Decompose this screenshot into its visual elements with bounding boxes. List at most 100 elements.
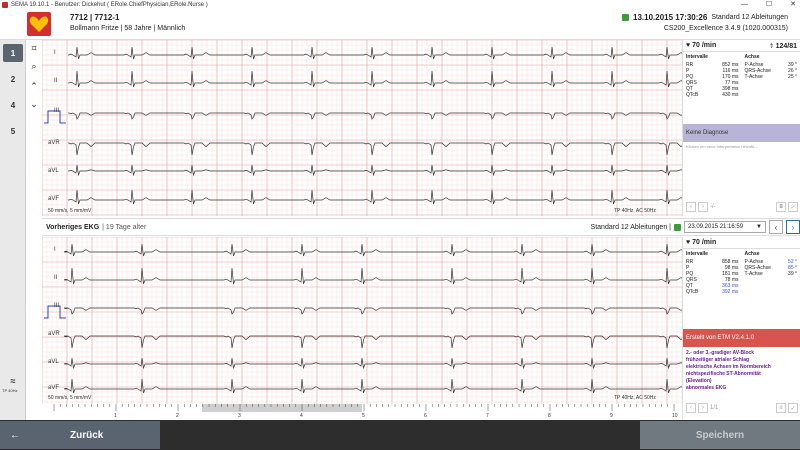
diagnosis-nav: ‹ › -/- ≡ ✓ [683, 200, 800, 214]
chevron-down-icon: ▼ [756, 224, 762, 230]
current-info-panel: ♥ 70 /min ⚕ 124/81 Intervalle RR 852 ms P 1… [682, 40, 800, 216]
next-diagnosis-button[interactable]: › [698, 403, 708, 413]
diagnosis-line: (Elevation) [686, 378, 712, 384]
ecg-speed: 50 mm/s, 5 mm/mV [48, 208, 92, 214]
check-icon[interactable]: ✓ [788, 403, 798, 413]
ecg-speed: 50 mm/s, 5 mm/mV [48, 395, 92, 401]
measurement-value: 25 ° [788, 74, 797, 80]
previous-info-panel: ♥ 70 /min Intervalle RR 858 ms P 98 ms PQ 181… [682, 237, 800, 420]
left-toolbar: 1 2 4 5 ≈ TP 40Hz [0, 40, 26, 420]
device-info: CS200_Excellence 3.4.9 (1020.000315) [663, 25, 788, 32]
recording-datetime: 13.10.2015 17:30:26 [633, 13, 708, 22]
current-ecg-grid[interactable] [42, 40, 682, 216]
header: 7712 | 7712-1 Bollmann Fritze | 58 Jahre… [0, 10, 800, 40]
previous-ecg-back-button[interactable]: ‹ [769, 220, 783, 234]
previous-date-select[interactable]: 23.09.2015 21:16:59 ▼ [684, 221, 766, 233]
previous-ecg-controls: Standard 12 Ableitungen | 23.09.2015 21:… [591, 219, 800, 235]
diagnosis-hint[interactable]: Klicken um neue Interpretation hinzufü..… [683, 142, 800, 151]
minimize-button[interactable]: — [741, 0, 748, 10]
zoom-icon[interactable]: ⌕ [29, 60, 39, 72]
time-ruler[interactable]: 1 2 3 4 5 6 7 8 9 10 [42, 404, 682, 418]
measurements-table: Intervalle RR 858 ms P 98 ms PQ 181 ms QRS 78 m… [683, 249, 800, 297]
axis-column: Achse P-Achse 52 ° QRS-Achse 85 ° T-Achse 39 … [745, 251, 798, 295]
crop-icon[interactable]: ⌗ [29, 42, 39, 54]
vitals-row: ♥ 70 /min ⚕ 124/81 [683, 40, 800, 52]
ruler-mark: 9 [610, 413, 613, 418]
bottom-bar: ← Zurück Speichern [0, 420, 800, 450]
current-ecg-panel[interactable]: I II III aVR aVL aVF 50 mm/s, 5 mm/mV TP… [42, 40, 682, 216]
diagnosis-text[interactable]: 2.- oder 3.-gradiger AV-Block frühzeitige… [683, 347, 800, 395]
layout-1-button[interactable]: 1 [3, 44, 23, 62]
previous-ecg-grid[interactable] [42, 237, 682, 404]
text-icon[interactable]: ≡ [776, 403, 786, 413]
measurement-label: QTcB [686, 92, 699, 98]
text-icon[interactable]: ≡ [776, 202, 786, 212]
previous-ecg-age: | 19 Tage alter [102, 223, 147, 231]
filter-badge: TP 40Hz [2, 388, 18, 393]
blood-pressure-value: 124/81 [775, 42, 797, 50]
next-diagnosis-button[interactable]: › [698, 202, 708, 212]
diagnosis-line: abnormales EKG [686, 385, 727, 391]
measurement-row: T-Achse 25 ° [745, 74, 798, 80]
chevron-down-icon[interactable]: ⌄ [29, 98, 39, 110]
heart-rate-value: 70 /min [692, 239, 717, 246]
measurement-label: QTcB [686, 289, 699, 295]
diagnosis-counter: -/- [710, 204, 716, 210]
previous-ecg-title: Vorheriges EKG [46, 223, 100, 231]
diagnosis-nav: ‹ › 1/1 ≡ ✓ [683, 401, 800, 415]
ruler-mark: 6 [424, 413, 427, 418]
diagnosis-line: nichtspezifische ST-Abnormität [686, 371, 761, 377]
heart-rate-value: 70 /min [692, 42, 717, 49]
chevron-up-icon[interactable]: ⌃ [29, 80, 39, 92]
measurement-value: 392 ms [722, 289, 739, 295]
title-bar: SEMA 19.10.1 - Benutzer: Dickehut ( ERol… [0, 0, 800, 10]
back-label: Zurück [70, 429, 104, 441]
window-title: SEMA 19.10.1 - Benutzer: Dickehut ( ERol… [11, 2, 208, 8]
heart-rate: ♥ 70 /min [686, 42, 717, 49]
lead-label: aVR [48, 140, 60, 146]
save-label: Speichern [695, 429, 745, 441]
diagnosis-counter: 1/1 [710, 405, 719, 411]
ruler-mark: 3 [238, 413, 241, 418]
intervals-column: Intervalle RR 858 ms P 98 ms PQ 181 ms QRS 78 m… [686, 251, 739, 295]
check-icon[interactable]: ✓ [788, 202, 798, 212]
measurement-label: T-Achse [744, 74, 763, 80]
diagnosis-header[interactable]: Keine Diagnose [683, 124, 800, 142]
visible-range[interactable] [202, 404, 362, 412]
recording-status-icon [674, 223, 681, 231]
ecg-filter: TP 40Hz, AC 50Hz [614, 208, 656, 214]
measurement-row: QTcB 430 ms [686, 92, 739, 98]
view-tools: ⌗ ⌕ ⌃ ⌄ [27, 40, 41, 140]
ruler-mark: 10 [672, 413, 678, 418]
previous-ecg-panel[interactable]: I II III aVR aVL aVF 50 mm/s, 5 mm/mV TP… [42, 237, 682, 404]
heart-rate: ♥ 70 /min [686, 239, 717, 246]
close-button[interactable]: ✕ [790, 0, 796, 10]
layout-4-button[interactable]: 4 [3, 96, 23, 114]
layout-2-label: 2 [10, 74, 16, 84]
layout-2-button[interactable]: 2 [3, 70, 23, 88]
diagnosis-line: elektrische Achsen im Normbereich [686, 364, 771, 370]
prev-diagnosis-button[interactable]: ‹ [686, 403, 696, 413]
intervals-header: Intervalle [686, 251, 708, 257]
arrow-left-icon: ← [10, 429, 20, 441]
lead-label: aVL [48, 168, 59, 174]
prev-diagnosis-button[interactable]: ‹ [686, 202, 696, 212]
axis-header: Achse [744, 54, 760, 60]
measurement-value: 39 ° [788, 271, 797, 277]
maximize-button[interactable]: ☐ [766, 0, 772, 10]
measurement-label: T-Achse [744, 271, 763, 277]
diagnosis-line: frühzeitiger atrialer Schlag [686, 357, 750, 363]
lead-label: aVL [48, 359, 59, 365]
lead-label: aVF [48, 385, 60, 391]
layout-5-button[interactable]: 5 [3, 122, 23, 140]
lead-label: II [54, 78, 58, 84]
save-button[interactable]: Speichern [640, 421, 800, 449]
layout-5-label: 5 [10, 126, 16, 136]
layout-4-label: 4 [10, 100, 16, 110]
back-button[interactable]: ← Zurück [0, 421, 160, 449]
ecg-filter: TP 40Hz, AC 50Hz [614, 395, 656, 401]
intervals-column: Intervalle RR 852 ms P 116 ms PQ 170 ms QRS 77 … [686, 54, 739, 98]
layout-1-label: 1 [10, 48, 16, 58]
previous-ecg-forward-button[interactable]: › [786, 220, 800, 234]
intervals-header: Intervalle [686, 54, 708, 60]
